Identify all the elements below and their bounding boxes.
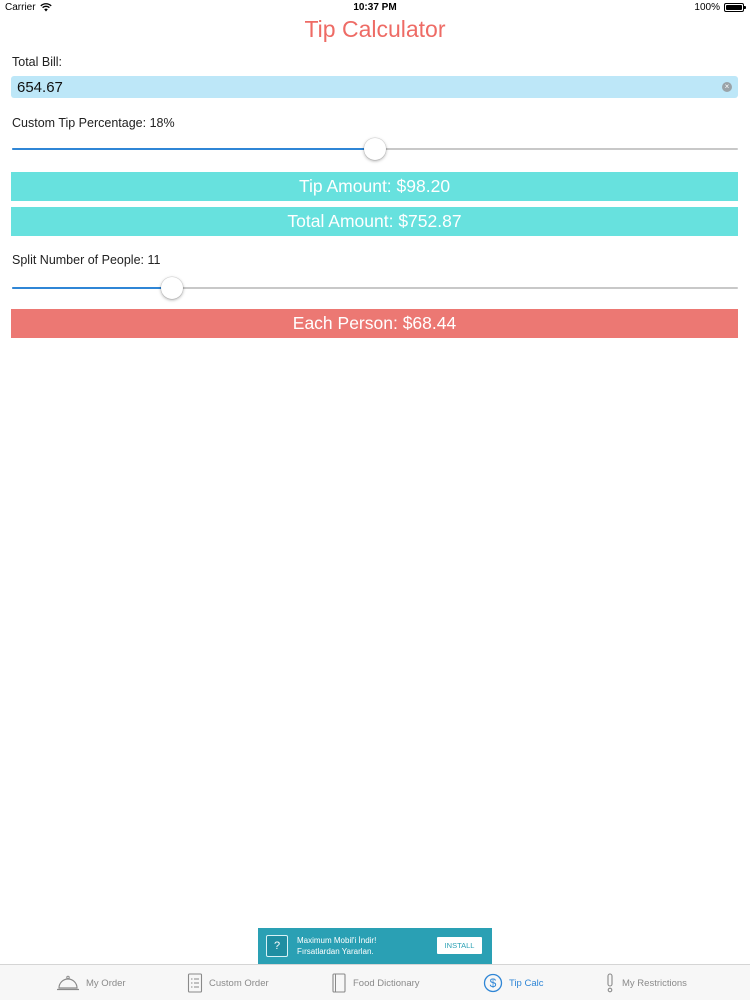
ad-install-button[interactable]: INSTALL <box>437 937 482 954</box>
cloche-icon <box>57 975 79 991</box>
dollar-icon: $ <box>483 973 503 993</box>
battery-icon <box>724 3 746 12</box>
ad-line-1: Maximum Mobil'i İndir! <box>297 936 377 945</box>
tab-label: Custom Order <box>209 977 269 989</box>
tip-amount-display: Tip Amount: $98.20 <box>11 172 738 201</box>
tab-my-order[interactable]: My Order <box>56 965 126 1000</box>
ad-app-icon: ? <box>266 935 288 957</box>
tip-percentage-slider[interactable] <box>12 137 738 161</box>
tip-percentage-label: Custom Tip Percentage: 18% <box>12 116 175 130</box>
tab-tip-calc[interactable]: $ Tip Calc <box>483 965 544 1000</box>
tab-bar: My Order Custom Order Food Dictionary $ <box>0 964 750 1000</box>
slider-fill <box>12 287 172 289</box>
slider-thumb[interactable] <box>364 138 386 160</box>
status-battery: 100% <box>694 2 746 13</box>
slider-thumb[interactable] <box>161 277 183 299</box>
total-bill-input[interactable] <box>11 76 711 98</box>
total-bill-label: Total Bill: <box>12 55 63 69</box>
status-bar: Carrier 10:37 PM 100% <box>0 0 750 16</box>
ad-line-2: Fırsatlardan Yararlan. <box>297 947 374 956</box>
tab-label: Food Dictionary <box>353 977 420 989</box>
slider-fill <box>12 148 375 150</box>
total-bill-field[interactable]: × <box>11 76 738 98</box>
book-icon <box>332 973 346 993</box>
ad-banner[interactable]: ? Maximum Mobil'i İndir! Fırsatlardan Ya… <box>258 928 492 964</box>
clear-icon[interactable]: × <box>722 82 732 92</box>
battery-percent: 100% <box>694 2 720 13</box>
svg-text:$: $ <box>490 976 497 990</box>
status-time: 10:37 PM <box>353 2 397 13</box>
exclamation-icon <box>607 973 613 993</box>
tab-custom-order[interactable]: Custom Order <box>187 965 269 1000</box>
split-people-label: Split Number of People: 11 <box>12 253 161 267</box>
screen: Carrier 10:37 PM 100% Tip Calculator Tot… <box>0 0 750 1000</box>
list-icon <box>187 973 203 993</box>
tab-label: My Order <box>86 977 126 989</box>
page-title: Tip Calculator <box>304 16 446 42</box>
tab-label: My Restrictions <box>622 977 687 989</box>
tab-food-dictionary[interactable]: Food Dictionary <box>331 965 420 1000</box>
tab-my-restrictions[interactable]: My Restrictions <box>604 965 687 1000</box>
tab-label: Tip Calc <box>509 977 544 989</box>
total-amount-display: Total Amount: $752.87 <box>11 207 738 236</box>
ad-text: Maximum Mobil'i İndir! Fırsatlardan Yara… <box>297 935 376 957</box>
each-person-display: Each Person: $68.44 <box>11 309 738 338</box>
split-people-slider[interactable] <box>12 276 738 300</box>
